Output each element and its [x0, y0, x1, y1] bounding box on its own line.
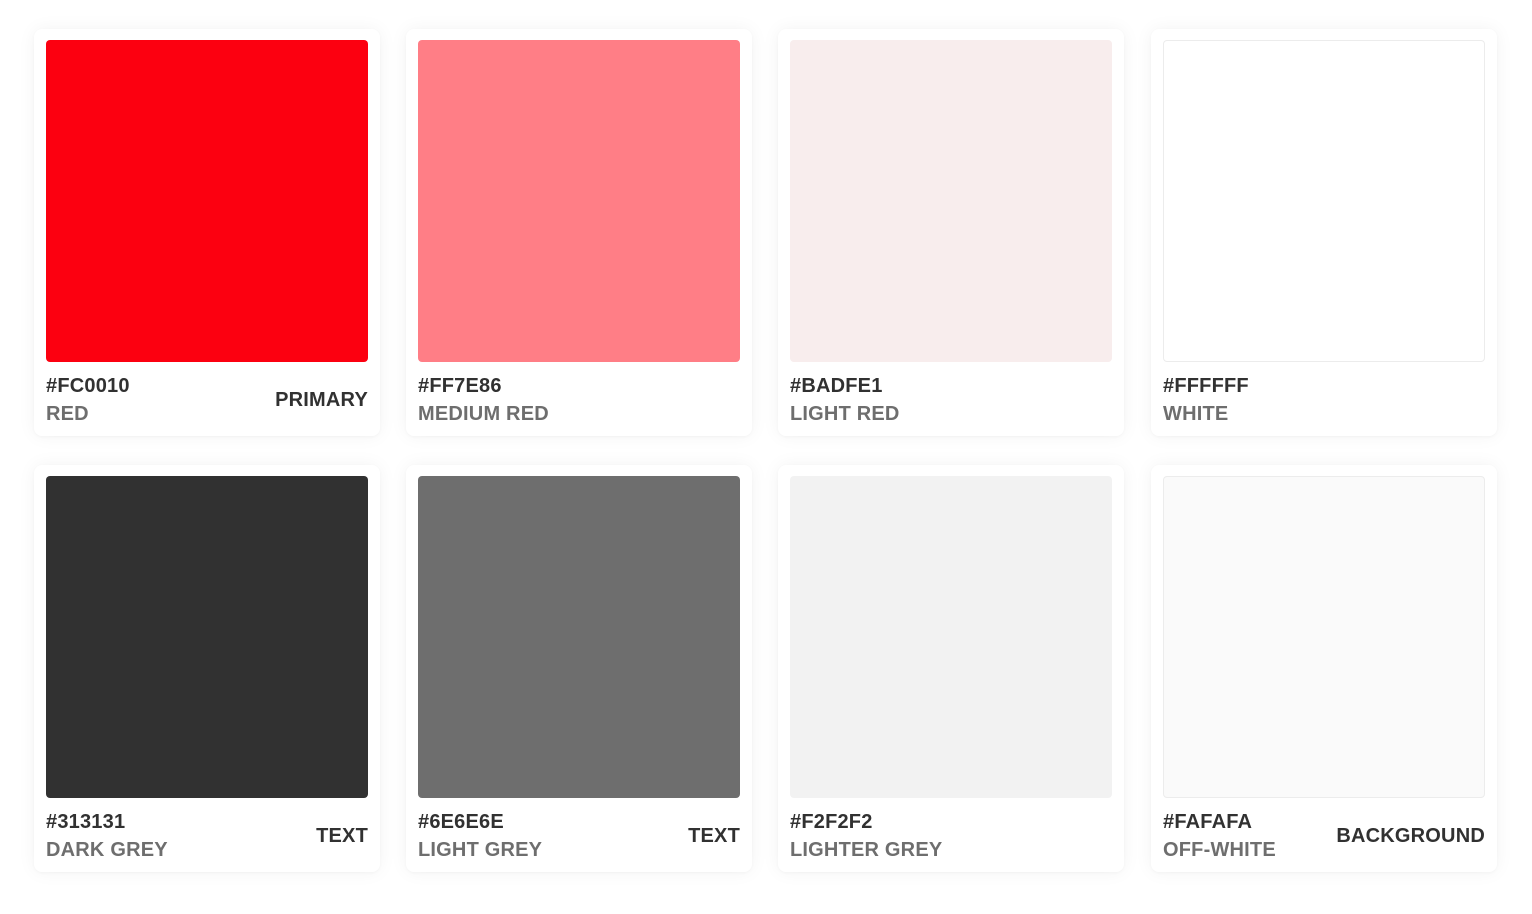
color-name: LIGHTER GREY — [790, 839, 943, 861]
color-role: TEXT — [688, 825, 740, 847]
color-name: RED — [46, 403, 89, 425]
color-name: DARK GREY — [46, 839, 168, 861]
color-swatch — [418, 476, 740, 798]
color-swatch — [790, 476, 1112, 798]
hex-code: #FFFFFF — [1163, 375, 1249, 397]
color-card-light-grey: #6E6E6E LIGHT GREY TEXT — [406, 465, 752, 872]
color-name: LIGHT GREY — [418, 839, 543, 861]
color-swatch — [46, 476, 368, 798]
color-role: TEXT — [316, 825, 368, 847]
hex-code: #F2F2F2 — [790, 811, 873, 833]
color-card-red: #FC0010 RED PRIMARY — [34, 29, 380, 436]
color-name: OFF-WHITE — [1163, 839, 1276, 861]
color-palette-grid: #FC0010 RED PRIMARY #FF7E86 MEDIUM RED #… — [0, 0, 1532, 914]
color-swatch — [790, 40, 1112, 362]
color-swatch — [418, 40, 740, 362]
hex-code: #6E6E6E — [418, 811, 504, 833]
color-card-medium-red: #FF7E86 MEDIUM RED — [406, 29, 752, 436]
color-card-lighter-grey: #F2F2F2 LIGHTER GREY — [778, 465, 1124, 872]
color-card-white: #FFFFFF WHITE — [1151, 29, 1497, 436]
color-card-light-red: #BADFE1 LIGHT RED — [778, 29, 1124, 436]
color-role: PRIMARY — [275, 389, 368, 411]
color-card-dark-grey: #313131 DARK GREY TEXT — [34, 465, 380, 872]
color-name: WHITE — [1163, 403, 1229, 425]
color-name: MEDIUM RED — [418, 403, 549, 425]
hex-code: #313131 — [46, 811, 126, 833]
color-role: BACKGROUND — [1336, 825, 1485, 847]
hex-code: #FAFAFA — [1163, 811, 1253, 833]
hex-code: #BADFE1 — [790, 375, 883, 397]
color-swatch — [46, 40, 368, 362]
color-swatch — [1163, 40, 1485, 362]
color-card-off-white: #FAFAFA OFF-WHITE BACKGROUND — [1151, 465, 1497, 872]
color-swatch — [1163, 476, 1485, 798]
color-name: LIGHT RED — [790, 403, 900, 425]
hex-code: #FC0010 — [46, 375, 130, 397]
hex-code: #FF7E86 — [418, 375, 502, 397]
